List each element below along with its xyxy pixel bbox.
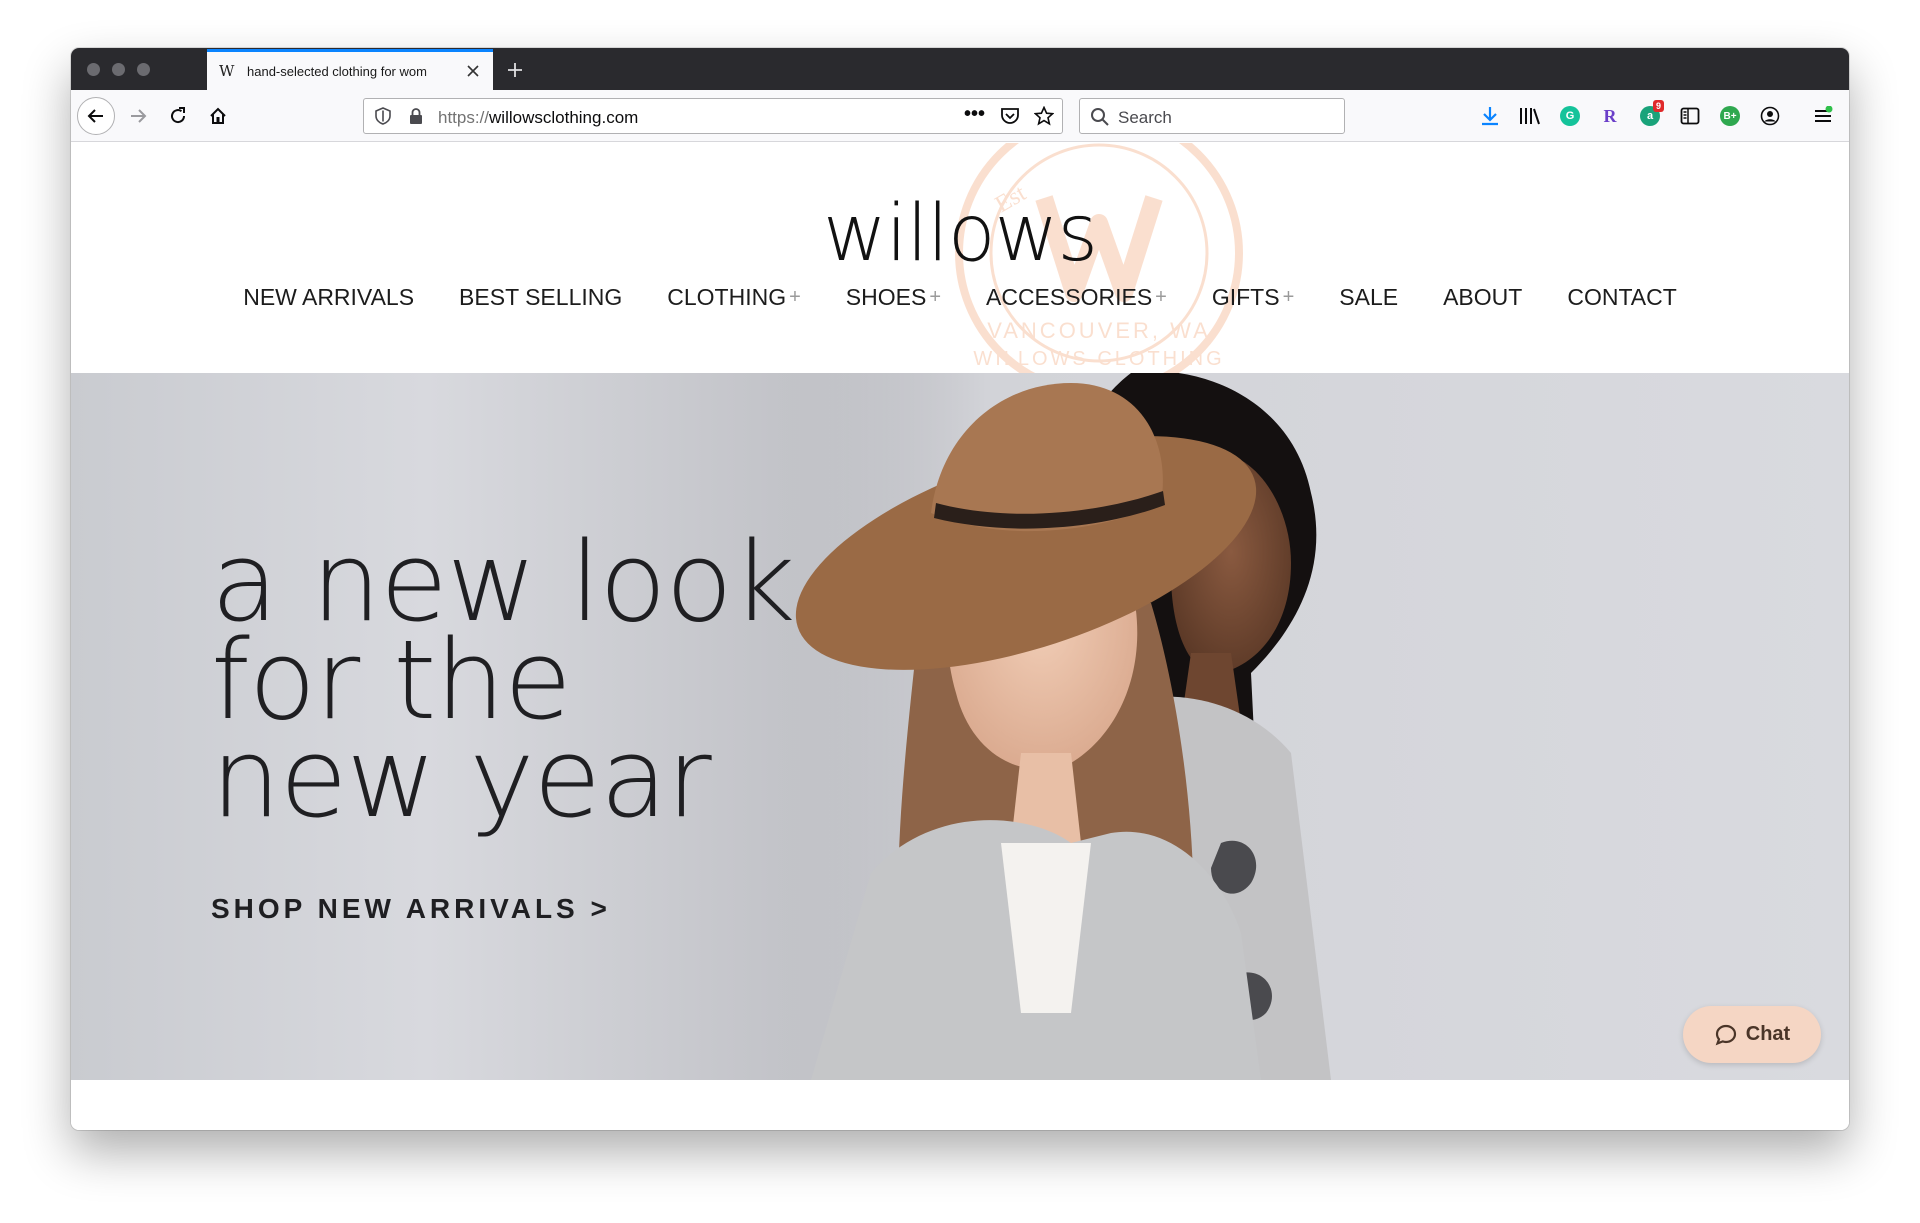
forward-button[interactable] bbox=[119, 97, 157, 135]
plus-icon bbox=[508, 63, 522, 77]
svg-text:VANCOUVER, WA: VANCOUVER, WA bbox=[987, 318, 1211, 343]
nav-label: NEW ARRIVALS bbox=[243, 284, 415, 310]
main-nav: NEW ARRIVALS BEST SELLING CLOTHING + SHOE… bbox=[71, 284, 1849, 311]
forward-icon bbox=[131, 109, 147, 123]
star-icon[interactable] bbox=[1033, 105, 1055, 131]
expand-plus-icon: + bbox=[789, 286, 801, 308]
page-viewport: Est VANCOUVER, WA WILLOWS CLOTHING willo… bbox=[71, 143, 1849, 1130]
minimize-window-button[interactable] bbox=[112, 63, 125, 76]
nav-label: ACCESSORIES bbox=[986, 284, 1153, 310]
browser-window: W hand-selected clothing for wom https:/… bbox=[71, 48, 1849, 1130]
shield-icon[interactable] bbox=[374, 107, 392, 130]
close-tab-icon[interactable] bbox=[465, 63, 481, 79]
home-button[interactable] bbox=[199, 97, 237, 135]
url-text[interactable]: https://willowsclothing.com bbox=[438, 108, 638, 128]
zoom-window-button[interactable] bbox=[137, 63, 150, 76]
expand-plus-icon: + bbox=[929, 286, 941, 308]
menu-icon[interactable] bbox=[1811, 104, 1835, 128]
back-button[interactable] bbox=[77, 97, 115, 135]
nav-new-arrivals[interactable]: NEW ARRIVALS bbox=[243, 284, 414, 311]
nav-label: SALE bbox=[1339, 284, 1399, 310]
nav-gifts[interactable]: GIFTS + bbox=[1212, 284, 1294, 311]
expand-plus-icon: + bbox=[1282, 286, 1295, 308]
library-icon[interactable] bbox=[1518, 104, 1542, 128]
nav-accessories[interactable]: ACCESSORIES + bbox=[986, 284, 1167, 311]
reload-icon bbox=[171, 107, 186, 124]
nav-label: BEST SELLING bbox=[459, 284, 623, 310]
hero-headline: a new look for the new year bbox=[211, 527, 796, 842]
lock-icon[interactable] bbox=[408, 107, 424, 130]
home-icon bbox=[210, 107, 226, 124]
url-bar[interactable]: https://willowsclothing.com ••• bbox=[363, 98, 1063, 134]
url-scheme: https:// bbox=[438, 108, 490, 127]
b-plus-extension-icon[interactable]: B+ bbox=[1718, 104, 1742, 128]
active-tab[interactable]: W hand-selected clothing for wom bbox=[207, 49, 493, 90]
search-placeholder: Search bbox=[1118, 108, 1172, 127]
nav-clothing[interactable]: CLOTHING + bbox=[667, 284, 801, 311]
site-favicon-icon: W bbox=[219, 62, 235, 80]
extension-badge-count: 9 bbox=[1652, 100, 1664, 112]
url-host: willowsclothing.com bbox=[489, 108, 639, 127]
nav-label: ABOUT bbox=[1443, 284, 1523, 310]
nav-about[interactable]: ABOUT bbox=[1443, 284, 1522, 311]
svg-text:WILLOWS CLOTHING: WILLOWS CLOTHING bbox=[973, 348, 1224, 370]
chat-button[interactable]: Chat bbox=[1683, 1006, 1821, 1063]
reader-sidebar-icon[interactable] bbox=[1678, 104, 1702, 128]
new-tab-button[interactable] bbox=[501, 56, 529, 84]
badge-extension-icon[interactable]: a9 bbox=[1638, 100, 1664, 128]
nav-label: CONTACT bbox=[1567, 284, 1677, 310]
window-controls bbox=[87, 63, 150, 76]
chat-bubble-icon bbox=[1715, 1024, 1736, 1045]
r-extension-icon[interactable]: R bbox=[1598, 104, 1622, 128]
search-icon bbox=[1090, 107, 1110, 132]
expand-plus-icon: + bbox=[1155, 286, 1167, 308]
reload-button[interactable] bbox=[159, 97, 197, 135]
nav-contact[interactable]: CONTACT bbox=[1567, 284, 1676, 311]
back-icon bbox=[87, 109, 103, 123]
nav-label: GIFTS bbox=[1211, 284, 1280, 310]
nav-sale[interactable]: SALE bbox=[1339, 284, 1398, 311]
site-logo[interactable]: willows bbox=[71, 189, 1849, 279]
hero-line-3: new year bbox=[211, 714, 712, 842]
chat-label: Chat bbox=[1745, 1023, 1791, 1045]
page-actions-icon[interactable]: ••• bbox=[964, 103, 985, 126]
tab-title: hand-selected clothing for wom bbox=[247, 63, 427, 79]
hero-models-photo bbox=[771, 373, 1849, 1080]
hero-banner[interactable]: a new look for the new year SHOP NEW ARR… bbox=[71, 373, 1849, 1080]
close-window-button[interactable] bbox=[87, 63, 100, 76]
grammarly-icon[interactable]: G bbox=[1558, 104, 1582, 128]
account-icon[interactable] bbox=[1758, 104, 1782, 128]
nav-shoes[interactable]: SHOES + bbox=[846, 284, 941, 311]
shop-new-arrivals-link[interactable]: SHOP NEW ARRIVALS > bbox=[211, 893, 611, 925]
search-bar[interactable]: Search bbox=[1079, 98, 1345, 134]
nav-label: SHOES bbox=[845, 284, 927, 310]
download-icon[interactable] bbox=[1478, 104, 1502, 128]
pocket-icon[interactable] bbox=[1000, 107, 1020, 130]
nav-toolbar: https://willowsclothing.com ••• Search G bbox=[71, 90, 1849, 142]
nav-best-selling[interactable]: BEST SELLING bbox=[459, 284, 622, 311]
nav-label: CLOTHING bbox=[667, 284, 787, 310]
tab-strip: W hand-selected clothing for wom bbox=[71, 48, 1849, 90]
